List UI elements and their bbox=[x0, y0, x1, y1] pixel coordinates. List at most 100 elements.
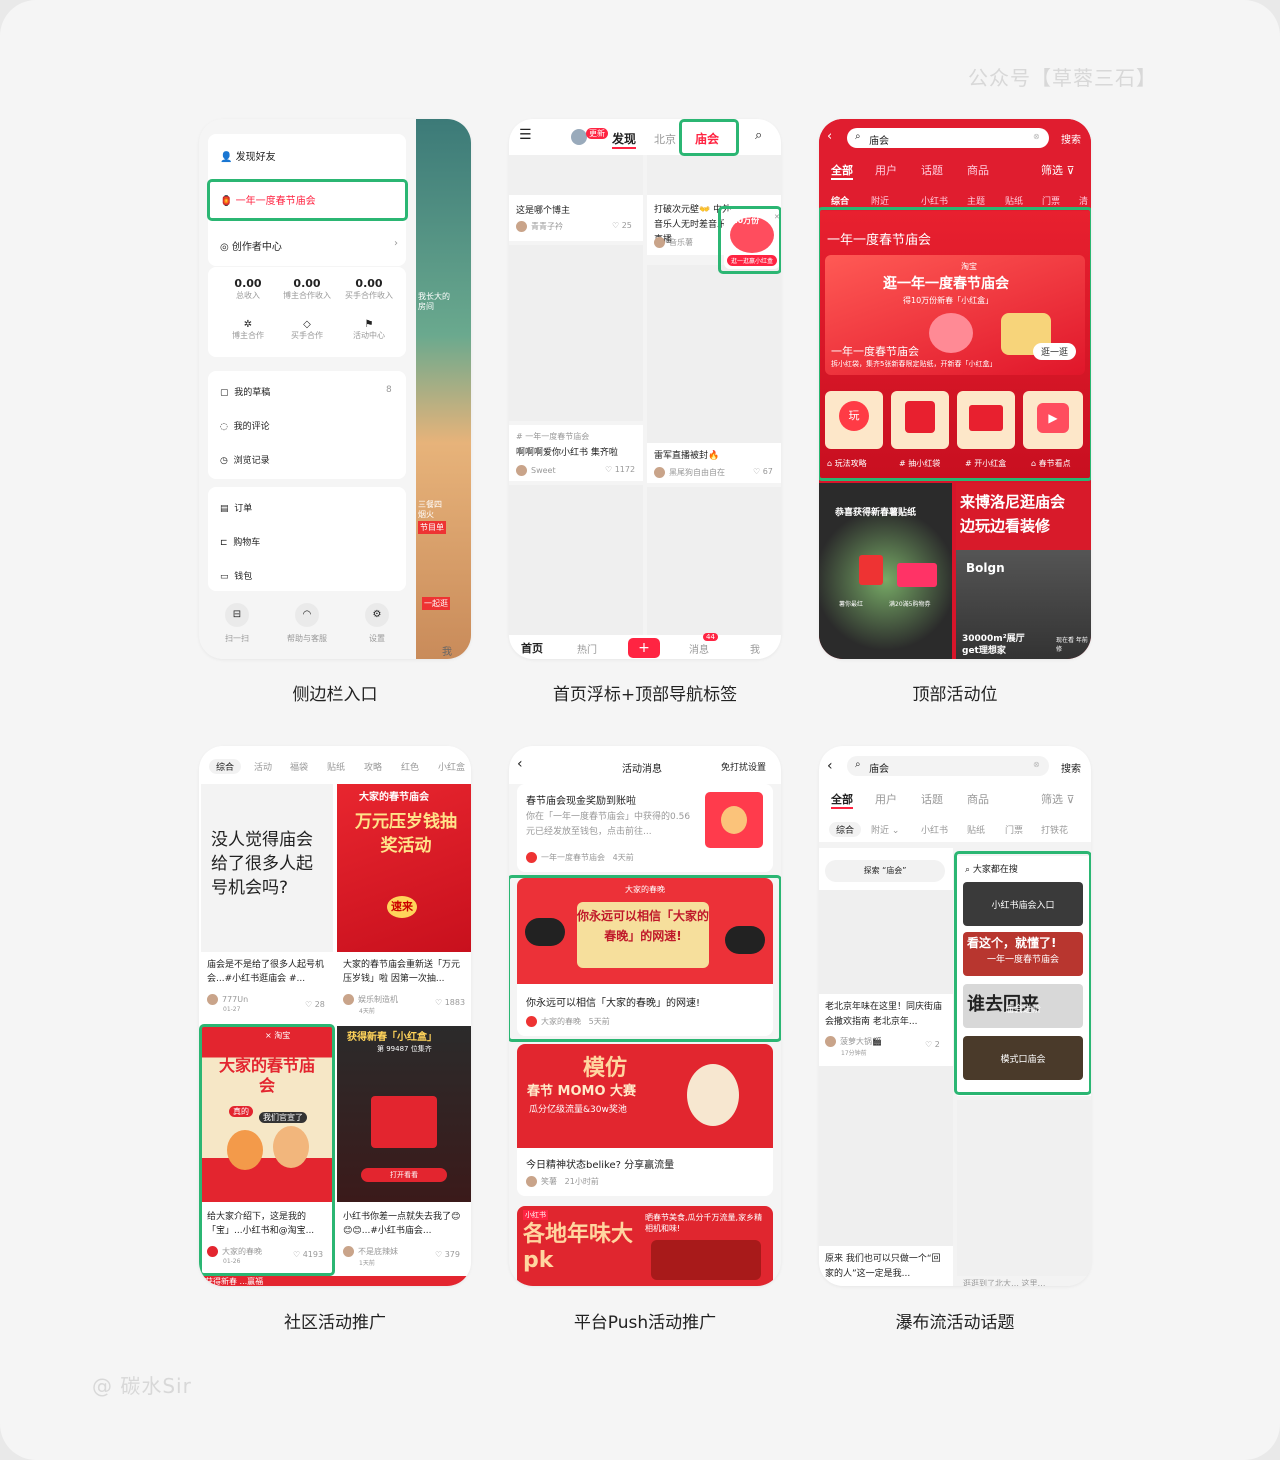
close-icon[interactable]: ✕ bbox=[774, 213, 780, 221]
message-card-partial[interactable]: 小红书 各地年味大pk 晒春节美食,瓜分千万流量,家乡精相机和味! bbox=[517, 1206, 773, 1286]
mascot-image bbox=[273, 1126, 309, 1168]
feed-card[interactable]: 雷军直播被封🔥 黑尾狗自由自在 ♡ 67 bbox=[647, 443, 781, 483]
hot-search-item[interactable]: 看这个，就懂了! 一年一度春节庙会 bbox=[963, 932, 1083, 976]
drafts-item[interactable]: ▢ 我的草稿 bbox=[220, 385, 270, 398]
feed-card[interactable]: 没人觉得庙会给了很多人起号机会吗? 庙会是不是给了很多人起号机会...#小红书逛… bbox=[201, 784, 333, 1022]
stat-item[interactable]: 0.00 博主合作收入 bbox=[277, 277, 337, 301]
feed-card[interactable]: # 一年一度春节庙会 啊啊啊爱你小红书 集齐啦 Sweet ♡ 1172 bbox=[509, 425, 643, 481]
tab-chip[interactable]: 小红盒 bbox=[438, 760, 465, 773]
tool-blogger[interactable]: ✲ 博主合作 bbox=[218, 319, 278, 341]
orders-item[interactable]: ▤ 订单 bbox=[220, 501, 252, 514]
tabbar-me[interactable]: 我 bbox=[750, 641, 760, 656]
back-icon[interactable]: ‹ bbox=[517, 756, 523, 772]
help-button[interactable]: ◠ 帮助与客服 bbox=[279, 603, 335, 644]
tab-chip[interactable]: 贴纸 bbox=[327, 760, 345, 773]
tab-chip-active[interactable]: 综合 bbox=[209, 759, 242, 774]
subtab[interactable]: 综合 bbox=[831, 194, 849, 207]
tab-temple-fair[interactable]: 庙会 bbox=[695, 130, 719, 147]
tab-chip[interactable]: 红色 bbox=[401, 760, 419, 773]
search-input[interactable]: ⌕ 庙会 ⊗ bbox=[847, 756, 1049, 776]
tab-chip[interactable]: 福袋 bbox=[290, 760, 308, 773]
back-icon[interactable]: ‹ bbox=[827, 129, 832, 144]
comments-item[interactable]: ◌ 我的评论 bbox=[220, 419, 270, 432]
subtab[interactable]: 附近 bbox=[871, 194, 889, 207]
hot-search-item[interactable]: 小红书庙会入口 bbox=[963, 882, 1083, 926]
tabbar-home[interactable]: 首页 bbox=[521, 640, 543, 656]
scan-button[interactable]: ⊟ 扫一扫 bbox=[211, 603, 263, 644]
history-item[interactable]: ◷ 浏览记录 bbox=[220, 453, 270, 466]
subtab[interactable]: 主题 bbox=[967, 194, 985, 207]
mute-settings[interactable]: 免打扰设置 bbox=[721, 760, 766, 773]
subtab[interactable]: 附近 ⌄ bbox=[871, 823, 899, 836]
banner-card[interactable]: 淘宝 逛一年一度春节庙会 得10万份新春「小红盒」 一年一度春节庙会 拆小红袋，… bbox=[825, 255, 1085, 375]
tab-goods[interactable]: 商品 bbox=[967, 791, 989, 807]
filter-button[interactable]: 筛选 ⊽ bbox=[1041, 162, 1075, 178]
subtab[interactable]: 小红书 bbox=[921, 194, 948, 207]
message-card[interactable]: 模仿 春节 MOMO 大赛 瓜分亿级流量&30w奖池 今日精神状态belike?… bbox=[517, 1044, 773, 1196]
floating-activity-badge[interactable]: 10万份 ✕ 逛一逛赢小红盒 bbox=[724, 211, 780, 269]
tab-chip[interactable]: 活动 bbox=[254, 760, 272, 773]
feed-card[interactable]: 这是哪个博主 青青子衿 ♡ 25 bbox=[509, 195, 643, 241]
tab-topics[interactable]: 话题 bbox=[921, 162, 943, 178]
subtab[interactable]: 门票 bbox=[1005, 823, 1023, 836]
tab-goods[interactable]: 商品 bbox=[967, 162, 989, 178]
tab-all[interactable]: 全部 bbox=[831, 162, 853, 180]
back-icon[interactable]: ‹ bbox=[827, 758, 833, 774]
tool-buyer[interactable]: ◇ 买手合作 bbox=[277, 319, 337, 341]
subtab[interactable]: 贴纸 bbox=[967, 823, 985, 836]
search-button[interactable]: 搜索 bbox=[1061, 760, 1081, 775]
subtab[interactable]: 小红书 bbox=[921, 823, 948, 836]
wallet-item[interactable]: ▭ 钱包 bbox=[220, 569, 252, 582]
stat-item[interactable]: 0.00 总收入 bbox=[218, 277, 278, 301]
discover-friends[interactable]: 👤 发现好友 bbox=[220, 148, 276, 163]
menu-icon[interactable]: ☰ bbox=[519, 127, 532, 143]
quick-icon-guide[interactable]: 玩 bbox=[825, 391, 883, 449]
publish-button[interactable]: + bbox=[628, 638, 660, 658]
tool-activity[interactable]: ⚑ 活动中心 bbox=[336, 319, 402, 341]
settings-button[interactable]: ⚙ 设置 bbox=[351, 603, 403, 644]
search-button[interactable]: 搜索 bbox=[1061, 131, 1081, 146]
tabbar-hot[interactable]: 热门 bbox=[577, 641, 597, 656]
subtab[interactable]: 打铁花 bbox=[1041, 823, 1068, 836]
search-input[interactable]: ⌕ 庙会 ⊗ bbox=[847, 128, 1049, 148]
clear-icon[interactable]: ⊗ bbox=[1033, 132, 1040, 141]
browse-button[interactable]: 逛一逛 bbox=[1033, 343, 1077, 360]
message-card[interactable]: 大家的春晚 你永远可以相信「大家的春晚」的网速! 你永远可以相信「大家的春晚」的… bbox=[517, 878, 773, 1036]
side-me[interactable]: 我 bbox=[442, 643, 452, 658]
hot-search-item[interactable]: 模式口庙会 bbox=[963, 1036, 1083, 1080]
quick-icon-highlights[interactable]: ▶ bbox=[1023, 391, 1083, 449]
tabbar-message[interactable]: 消息 bbox=[689, 641, 709, 656]
card-title[interactable]: 老北京年味在这里！同庆街庙会撒欢指南 老北京年... bbox=[825, 1000, 949, 1030]
feed-card[interactable]: 大家的春节庙会 万元压岁钱抽奖活动 速来 大家的春节庙会重新送「万元压岁钱」啦 … bbox=[337, 784, 471, 1020]
explore-chip[interactable]: 探索 “庙会” bbox=[825, 860, 945, 882]
tab-users[interactable]: 用户 bbox=[875, 791, 897, 807]
quick-icon-redbag[interactable] bbox=[891, 391, 949, 449]
tab-beijing[interactable]: 北京 bbox=[654, 131, 676, 147]
search-icon[interactable]: ⌕ bbox=[755, 128, 762, 143]
subtab[interactable]: 贴纸 bbox=[1005, 194, 1023, 207]
subtab-active[interactable]: 综合 bbox=[829, 822, 862, 837]
tab-discover[interactable]: 发现 bbox=[612, 130, 637, 149]
hot-search-item[interactable]: 谁去回来 庙会进阶 bbox=[963, 984, 1083, 1028]
card-title[interactable]: 原来 我们也可以只做一个“回家的人”这一定是我... bbox=[825, 1252, 949, 1282]
subtab[interactable]: 门票 bbox=[1042, 194, 1060, 207]
tab-all[interactable]: 全部 bbox=[831, 791, 853, 809]
tab-chip[interactable]: 攻略 bbox=[364, 760, 382, 773]
avatar[interactable] bbox=[571, 129, 587, 145]
activity-top-slot[interactable]: 一年一度春节庙会 淘宝 逛一年一度春节庙会 得10万份新春「小红盒」 一年一度春… bbox=[819, 211, 1091, 479]
tab-topics[interactable]: 话题 bbox=[921, 791, 943, 807]
cart-item[interactable]: ⊏ 购物车 bbox=[220, 535, 260, 548]
filter-button[interactable]: 筛选 ⊽ bbox=[1041, 791, 1075, 807]
quick-icon-redbox[interactable] bbox=[957, 391, 1015, 449]
feed-card[interactable]: × 淘宝 大家的春节庙会 真的 我们官宣了 给大家介绍下，这是我的「宝」...小… bbox=[201, 1026, 333, 1272]
feed-card[interactable]: 获得新春「小红盒」 第 99487 位集齐 打开看看 小红书你差一点就失去我了😊… bbox=[337, 1026, 471, 1272]
clear-icon[interactable]: ⊗ bbox=[1033, 760, 1040, 769]
activity-entry[interactable]: 🏮 一年一度春节庙会 bbox=[220, 192, 316, 207]
creator-center[interactable]: ◎ 创作者中心 bbox=[220, 238, 282, 253]
tab-users[interactable]: 用户 bbox=[875, 162, 897, 178]
result-card-sticker[interactable]: 恭喜获得新春薯贴纸 薯你最红 满20滿5购物券 bbox=[819, 483, 952, 659]
subtab[interactable]: 清 bbox=[1079, 194, 1088, 207]
message-card[interactable]: 春节庙会现金奖励到账啦 你在「一年一度春节庙会」中获得的0.56元已经发放至钱包… bbox=[517, 784, 773, 872]
result-card-ad[interactable]: 来博洛尼逛庙会 边玩边看装修 Bolgn 30000m²展厅 get理想家 现在… bbox=[956, 483, 1091, 659]
stat-item[interactable]: 0.00 买手合作收入 bbox=[336, 277, 402, 301]
